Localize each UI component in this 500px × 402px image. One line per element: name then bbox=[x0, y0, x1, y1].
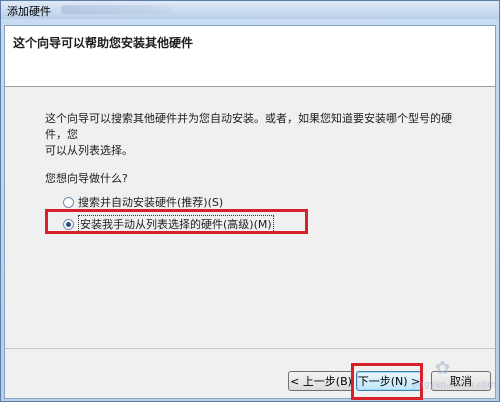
wizard-header-title: 这个向导可以帮助您安装其他硬件 bbox=[13, 36, 194, 50]
description-line-2: 可以从列表选择。 bbox=[45, 144, 133, 157]
window-title: 添加硬件 bbox=[7, 5, 51, 18]
wizard-client-area: 这个向导可以帮助您安装其他硬件 这个向导可以搜索其他硬件并为您自动安装。或者，如… bbox=[4, 25, 496, 400]
back-button[interactable]: < 上一步(B) bbox=[288, 371, 354, 391]
option-auto-install[interactable]: 搜索并自动安装硬件(推荐)(S) bbox=[63, 194, 223, 210]
bottom-separator bbox=[5, 348, 495, 349]
highlight-box-manual-option bbox=[45, 209, 308, 234]
cancel-button[interactable]: 取消 bbox=[431, 371, 491, 391]
wizard-header: 这个向导可以帮助您安装其他硬件 bbox=[5, 26, 495, 87]
description-line-1: 这个向导可以搜索其他硬件并为您自动安装。或者，如果您知道要安装哪个型号的硬件，您 bbox=[45, 112, 452, 141]
option-auto-install-label: 搜索并自动安装硬件(推荐)(S) bbox=[78, 196, 224, 209]
radio-auto-install[interactable] bbox=[63, 196, 74, 208]
wizard-question: 您想向导做什么? bbox=[45, 172, 128, 185]
title-bar[interactable]: 添加硬件 bbox=[1, 1, 499, 19]
wizard-description: 这个向导可以搜索其他硬件并为您自动安装。或者，如果您知道要安装哪个型号的硬件，您… bbox=[45, 111, 465, 159]
add-hardware-window: 添加硬件 这个向导可以帮助您安装其他硬件 这个向导可以搜索其他硬件并为您自动安装… bbox=[0, 0, 500, 402]
title-bar-blur bbox=[61, 5, 171, 14]
highlight-box-next-button bbox=[351, 363, 423, 400]
